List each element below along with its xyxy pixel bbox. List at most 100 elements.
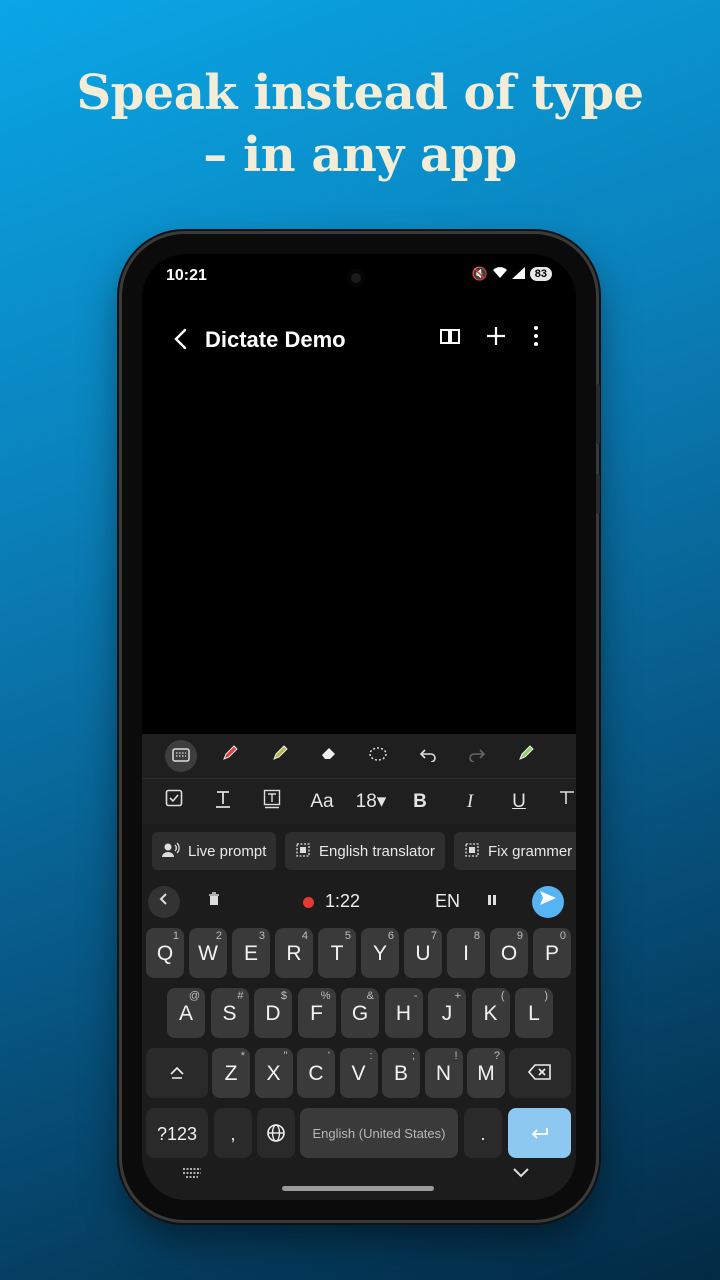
paragraph-button[interactable] [556,789,576,815]
key-d[interactable]: D $ [254,988,292,1038]
person-voice-icon [162,842,180,861]
key-label: B [393,1062,408,1085]
key-secondary-label: 3 [258,930,265,942]
italic-button[interactable]: I [458,789,482,815]
send-button[interactable] [532,886,564,918]
key-t[interactable]: T5 [318,928,356,978]
key-y[interactable]: Y6 [361,928,399,978]
trash-icon [209,892,219,905]
symbols-key[interactable]: ?123 [146,1108,208,1158]
format-toolbar: Aa 18▾ B I U [142,778,576,825]
phone-frame: 10:21 🔇 83 Dictate Demo Aa 18▾ B I U Liv… [122,234,600,1220]
key-label: T [330,942,344,965]
key-f[interactable]: F% [297,988,336,1038]
signal-icon [511,266,526,282]
key-c[interactable]: C ' [297,1048,335,1098]
key-label: N [435,1062,452,1085]
shift-key[interactable] [146,1048,208,1098]
key-label: J [441,1002,453,1025]
lasso-tool-button[interactable] [362,740,394,772]
undo-icon [419,749,436,763]
key-secondary-label: 1 [172,930,179,942]
collapse-button[interactable] [148,886,180,918]
key-g[interactable]: G & [341,988,379,1038]
reading-mode-button[interactable] [435,324,465,354]
key-b[interactable]: B; [382,1048,420,1098]
bold-button[interactable]: B [408,789,432,815]
key-o[interactable]: O9 [490,928,528,978]
eraser-tool-button[interactable] [313,740,345,772]
key-n[interactable]: N! [424,1048,463,1098]
english-translator-chip[interactable]: English translator [285,832,445,870]
key-k[interactable]: K( [471,988,510,1038]
mute-icon: 🔇 [471,266,488,281]
period-key[interactable]: . [464,1108,502,1158]
drawing-toolbar [142,734,576,778]
pen-settings-button[interactable] [510,740,542,772]
key-secondary-label: 9 [516,930,523,942]
key-x[interactable]: X " [254,1048,293,1098]
key-secondary-label: # [237,990,244,1002]
key-secondary-label: ' [327,1050,330,1062]
key-z[interactable]: Z * [212,1048,250,1098]
key-a[interactable]: A @ [167,988,205,1038]
key-r[interactable]: R4 [275,928,313,978]
key-e[interactable]: E3 [232,928,270,978]
key-u[interactable]: U7 [404,928,442,978]
wifi-icon [492,266,508,282]
enter-icon [531,1128,548,1139]
key-l[interactable]: L) [515,988,553,1038]
key-s[interactable]: S # [210,988,249,1038]
undo-button[interactable] [412,740,444,772]
key-secondary-label: - [413,990,418,1002]
fix-grammer-chip[interactable]: Fix grammer [454,832,576,870]
key-p[interactable]: P0 [533,928,571,978]
key-secondary-label: ? [493,1050,500,1062]
pause-icon [488,895,496,905]
note-editor[interactable] [142,366,576,734]
key-secondary-label: ; [411,1050,415,1062]
comma-key[interactable]: , [214,1108,252,1158]
power-button [596,474,600,514]
key-secondary-label: 2 [215,930,222,942]
key-w[interactable]: W2 [189,928,227,978]
more-options-button[interactable] [521,324,551,354]
key-v[interactable]: V: [339,1048,378,1098]
key-j[interactable]: J + [428,988,466,1038]
key-h[interactable]: H- [384,988,423,1038]
hide-keyboard-button[interactable] [512,1162,530,1185]
add-button[interactable] [481,324,511,354]
key-secondary-label: + [454,990,461,1002]
pen-tool-button[interactable] [214,740,246,772]
font-button[interactable]: Aa [306,789,338,815]
key-secondary-label: ( [500,990,505,1002]
pause-button[interactable] [476,886,508,918]
live-prompt-chip[interactable]: Live prompt [152,832,277,870]
keyboard-switch-icon[interactable] [182,1166,202,1182]
key-m[interactable]: M? [467,1048,505,1098]
ai-chip-row: Live prompt English translator Fix gramm… [142,824,576,880]
key-secondary-label: ) [544,990,548,1002]
language-button[interactable]: EN [435,891,460,912]
font-size-dropdown[interactable]: 18▾ [353,789,389,815]
key-q[interactable]: Q1 [146,928,184,978]
highlighter-tool-button[interactable] [264,740,296,772]
text-style-button[interactable] [210,789,236,815]
backspace-icon [527,1064,551,1080]
ai-chip-icon [295,842,311,861]
text-box-button[interactable] [259,789,285,815]
gesture-navigation-bar[interactable] [282,1186,434,1191]
back-button[interactable] [166,324,196,354]
language-key[interactable] [257,1108,295,1158]
enter-key[interactable] [508,1108,571,1158]
redo-button[interactable] [461,740,493,772]
backspace-key[interactable] [509,1048,571,1098]
keyboard: Q1W2E3R4T5Y6U7I8O9P0 A @ S # D $ F% G & H - J + K(L) … [142,926,576,1200]
checkbox-button[interactable] [162,789,186,815]
volume-button [596,384,600,444]
underline-button[interactable]: U [507,789,531,815]
delete-recording-button[interactable] [198,886,230,918]
keyboard-mode-button[interactable] [165,740,197,772]
key-i[interactable]: I8 [447,928,485,978]
space-key[interactable]: English (United States) [300,1108,458,1158]
